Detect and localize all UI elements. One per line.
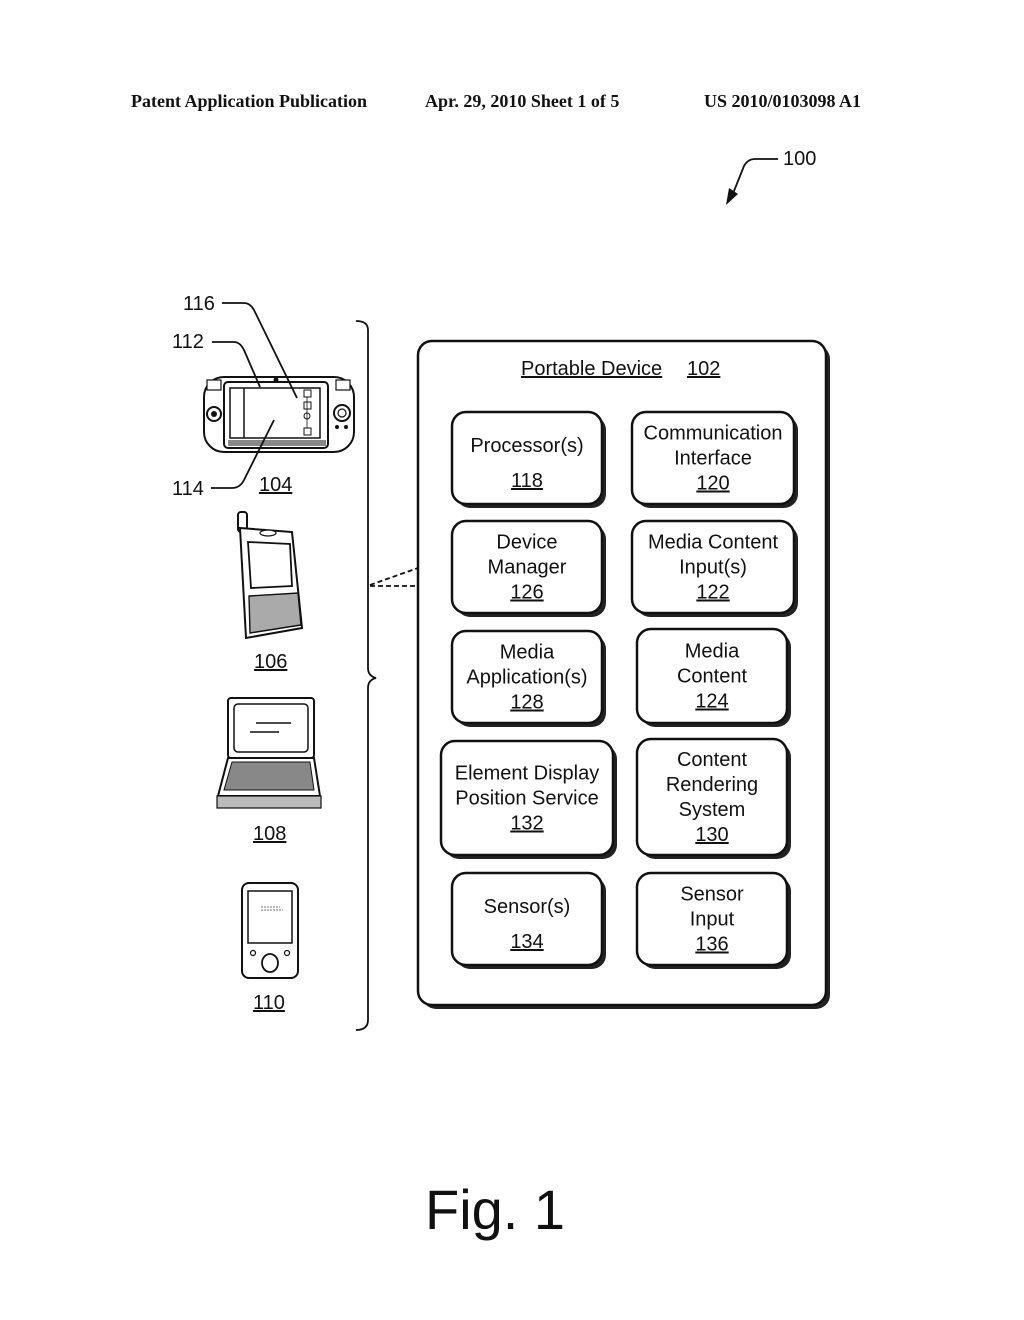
system-ref-label: 100 — [783, 148, 816, 170]
component-ref: 118 — [511, 470, 543, 492]
header-patent-number: US 2010/0103098 A1 — [704, 91, 861, 111]
component-ref: 132 — [510, 813, 543, 835]
component-label: Device — [496, 532, 557, 554]
component-ref: 136 — [695, 934, 728, 956]
device-ref-110: 110 — [253, 992, 285, 1014]
component-label: System — [679, 799, 746, 821]
component-ref: 128 — [510, 692, 543, 714]
phone-illustration — [237, 511, 304, 640]
component-ref: 120 — [696, 473, 729, 495]
component-ref: 130 — [695, 824, 728, 846]
device-ref-104: 104 — [259, 474, 292, 496]
component-box-element-display-position-service: Element Display Position Service 132 — [439, 739, 617, 859]
component-label: Element Display — [455, 763, 600, 785]
callout-116-label: 116 — [183, 293, 215, 315]
header-date-sheet: Apr. 29, 2010 Sheet 1 of 5 — [425, 91, 619, 111]
media-player-illustration — [241, 882, 299, 979]
component-label: Communication — [644, 423, 783, 445]
callout-112-label: 112 — [172, 331, 204, 353]
component-box-processor-s: Processor(s) 118 — [450, 410, 606, 508]
patent-figure: Patent Application Publication Apr. 29, … — [131, 91, 861, 1241]
component-box-sensor-s: Sensor(s) 134 — [450, 871, 606, 969]
grouping-brace — [355, 320, 377, 1031]
game-device-illustration — [203, 376, 355, 453]
callout-114-label: 114 — [172, 478, 204, 500]
component-ref: 134 — [510, 931, 543, 953]
arrowhead-icon — [726, 188, 738, 205]
device-ref-108: 108 — [253, 823, 286, 845]
component-label: Media — [685, 641, 740, 663]
component-box-media-content-input-s: Media Content Input(s) 122 — [630, 519, 798, 617]
component-box-device-manager: Device Manager 126 — [450, 519, 606, 617]
component-label: Media Content — [648, 532, 779, 554]
component-label: Manager — [488, 557, 567, 579]
figure-label: Fig. 1 — [425, 1178, 565, 1241]
component-label: Application(s) — [466, 667, 587, 689]
system-ref-arrow — [726, 158, 778, 205]
component-label: Content — [677, 666, 747, 688]
connector-dashed-upper — [369, 567, 419, 586]
component-box-communication-interface: Communication Interface 120 — [630, 410, 798, 508]
component-ref: 124 — [695, 691, 728, 713]
component-label: Content — [677, 749, 747, 771]
component-box-content-rendering-system: Content Rendering System 130 — [635, 737, 791, 859]
component-label: Rendering — [666, 774, 758, 796]
component-label: Sensor — [680, 884, 744, 906]
component-box-media-content: Media Content 124 — [635, 627, 791, 727]
device-ref-106: 106 — [254, 651, 287, 673]
component-label: Position Service — [455, 788, 598, 810]
component-box-media-application-s: Media Application(s) 128 — [450, 629, 606, 727]
laptop-illustration — [216, 697, 322, 809]
component-label: Interface — [674, 448, 752, 470]
component-label: Input — [690, 909, 735, 931]
component-label: Sensor(s) — [484, 896, 571, 918]
component-box-sensor-input: Sensor Input 136 — [635, 871, 791, 969]
component-ref: 122 — [696, 582, 729, 604]
component-ref: 126 — [510, 582, 543, 604]
component-label: Input(s) — [679, 557, 747, 579]
portable-device-title: Portable Device — [521, 358, 662, 380]
component-label: Processor(s) — [470, 435, 583, 457]
component-label: Media — [500, 642, 555, 664]
portable-device-ref: 102 — [687, 358, 720, 380]
header-publication-type: Patent Application Publication — [131, 91, 367, 111]
